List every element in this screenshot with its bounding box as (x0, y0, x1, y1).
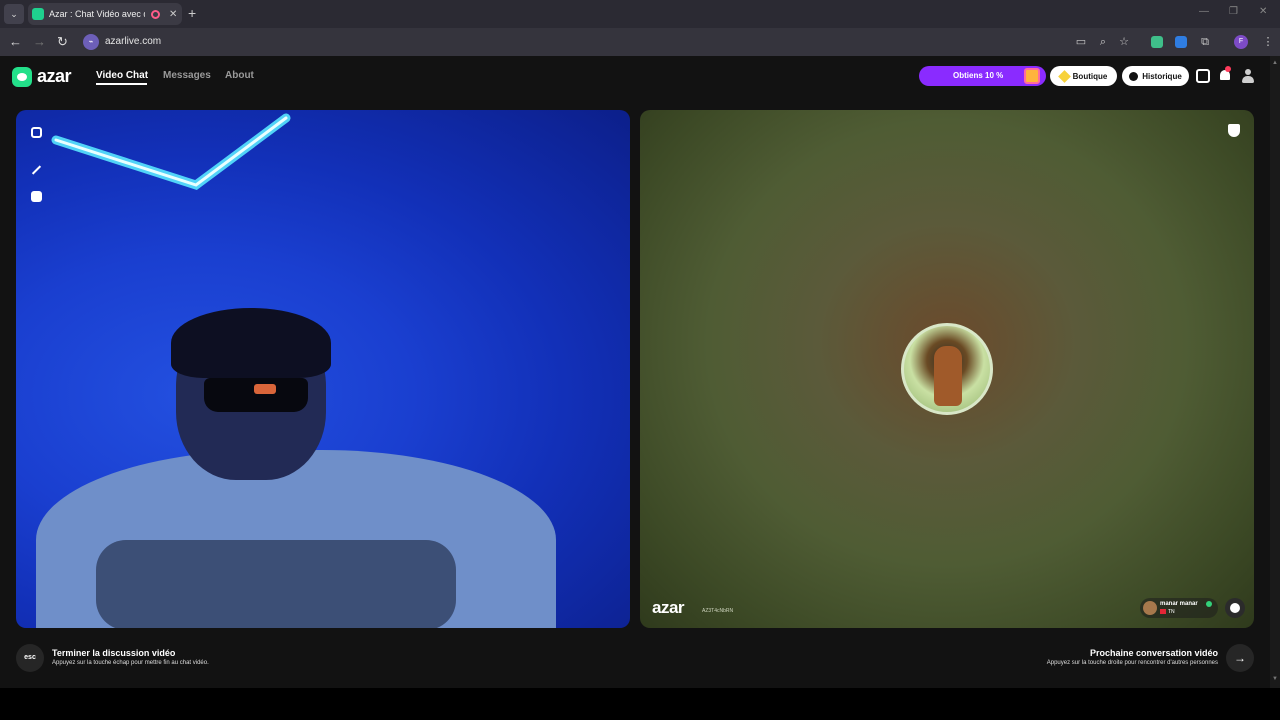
tab-search-button[interactable]: ⌄ (4, 4, 24, 24)
user-profile-icon[interactable] (1241, 69, 1255, 83)
next-chat-description: Appuyez sur la touche droite pour rencon… (1046, 660, 1218, 666)
extension-icon[interactable] (1151, 36, 1163, 48)
back-button[interactable]: ← (9, 34, 22, 50)
face-filter-icon[interactable] (28, 188, 44, 204)
peer-video: azar AZ3T4cNbRN manar manar TN (640, 110, 1254, 628)
diamond-icon (1057, 69, 1071, 83)
cast-icon[interactable]: ▭ (1075, 36, 1087, 48)
shop-label: Boutique (1072, 71, 1108, 81)
azar-logo[interactable]: azar (12, 66, 72, 87)
zoom-icon[interactable]: ⌕ (1097, 36, 1109, 48)
country-flag-icon (1160, 609, 1166, 614)
end-chat-description: Appuyez sur la touche échap pour mettre … (52, 660, 209, 666)
chat-bubble-icon[interactable] (1225, 598, 1245, 618)
shop-button[interactable]: Boutique (1050, 66, 1117, 86)
window-close-button[interactable]: ✕ (1259, 6, 1267, 17)
hair-shape (171, 308, 331, 378)
hoodie-print (96, 540, 456, 628)
browser-toolbar: ← → ↻ ⌁ azarlive.com ▭ ⌕ ☆ ⧉ ⋮ (0, 28, 1280, 56)
new-tab-button[interactable]: + (188, 5, 196, 21)
window-minimize-button[interactable]: — (1199, 6, 1209, 17)
sunglasses (204, 378, 308, 412)
verified-badge-icon (1206, 601, 1212, 607)
glasses-reflection (254, 384, 276, 394)
window-restore-button[interactable]: ❐ (1229, 6, 1238, 17)
nav-active-underline (96, 83, 147, 85)
neon-light-strip (51, 113, 291, 190)
report-shield-icon[interactable] (1228, 124, 1240, 137)
bottom-bar (0, 688, 1280, 720)
browser-tab-bar: ⌄ Azar : Chat Vidéo avec de n ✕ + — ❐ ✕ (0, 0, 1280, 28)
bookmark-star-icon[interactable]: ☆ (1118, 36, 1130, 48)
peer-info-chip[interactable]: manar manar TN (1140, 598, 1218, 618)
browser-menu-icon[interactable]: ⋮ (1262, 36, 1274, 48)
extensions-puzzle-icon[interactable]: ⧉ (1199, 36, 1211, 48)
tab-title: Azar : Chat Vidéo avec de n (49, 9, 145, 19)
recording-indicator-icon (151, 9, 160, 19)
inbox-icon[interactable] (1196, 69, 1210, 83)
fullscreen-icon[interactable] (28, 124, 44, 140)
scroll-up-arrow-icon[interactable]: ▲ (1272, 60, 1278, 66)
peer-figure (934, 346, 962, 406)
peer-name: manar manar (1160, 601, 1198, 607)
next-chat-title: Prochaine conversation vidéo (1089, 648, 1218, 658)
logo-text: azar (37, 66, 72, 86)
profile-avatar[interactable]: F (1234, 35, 1248, 49)
azar-app: azar Video Chat Messages About Obtiens 1… (0, 56, 1280, 688)
tab-close-icon[interactable]: ✕ (169, 9, 177, 20)
peer-country: TN (1168, 609, 1175, 615)
nav-about[interactable]: About (225, 70, 254, 81)
notification-badge (1225, 66, 1231, 72)
promo-button[interactable]: Obtiens 10 % (919, 66, 1046, 86)
forward-button[interactable]: → (33, 34, 46, 50)
promo-label: Obtiens 10 % (953, 71, 1004, 80)
self-video (16, 110, 630, 628)
history-button[interactable]: Historique (1122, 66, 1189, 86)
address-bar[interactable]: azarlive.com (105, 36, 161, 47)
reload-button[interactable]: ↻ (57, 34, 68, 50)
magic-wand-icon[interactable] (28, 162, 44, 178)
nav-messages[interactable]: Messages (163, 70, 211, 81)
peer-avatar (1143, 601, 1157, 615)
extension-icon[interactable] (1175, 36, 1187, 48)
page-scrollbar[interactable]: ▲ ▼ (1270, 56, 1280, 688)
next-chat-button[interactable]: → (1226, 644, 1254, 672)
history-label: Historique (1142, 71, 1182, 81)
nav-video-chat[interactable]: Video Chat (96, 70, 148, 81)
scroll-down-arrow-icon[interactable]: ▼ (1272, 676, 1278, 682)
peer-profile-photo (901, 323, 993, 415)
clock-icon (1129, 71, 1139, 81)
azar-watermark: azar (652, 598, 685, 617)
end-chat-title: Terminer la discussion vidéo (52, 648, 176, 658)
site-info-icon[interactable]: ⌁ (83, 34, 99, 50)
end-chat-button[interactable]: esc (16, 644, 44, 672)
azar-logo-icon (12, 66, 32, 87)
watermark-id: AZ3T4cNbRN (702, 608, 734, 614)
gift-box-icon (1024, 68, 1040, 84)
browser-tab-active[interactable]: Azar : Chat Vidéo avec de n ✕ (28, 3, 182, 25)
azar-favicon-icon (32, 8, 44, 20)
